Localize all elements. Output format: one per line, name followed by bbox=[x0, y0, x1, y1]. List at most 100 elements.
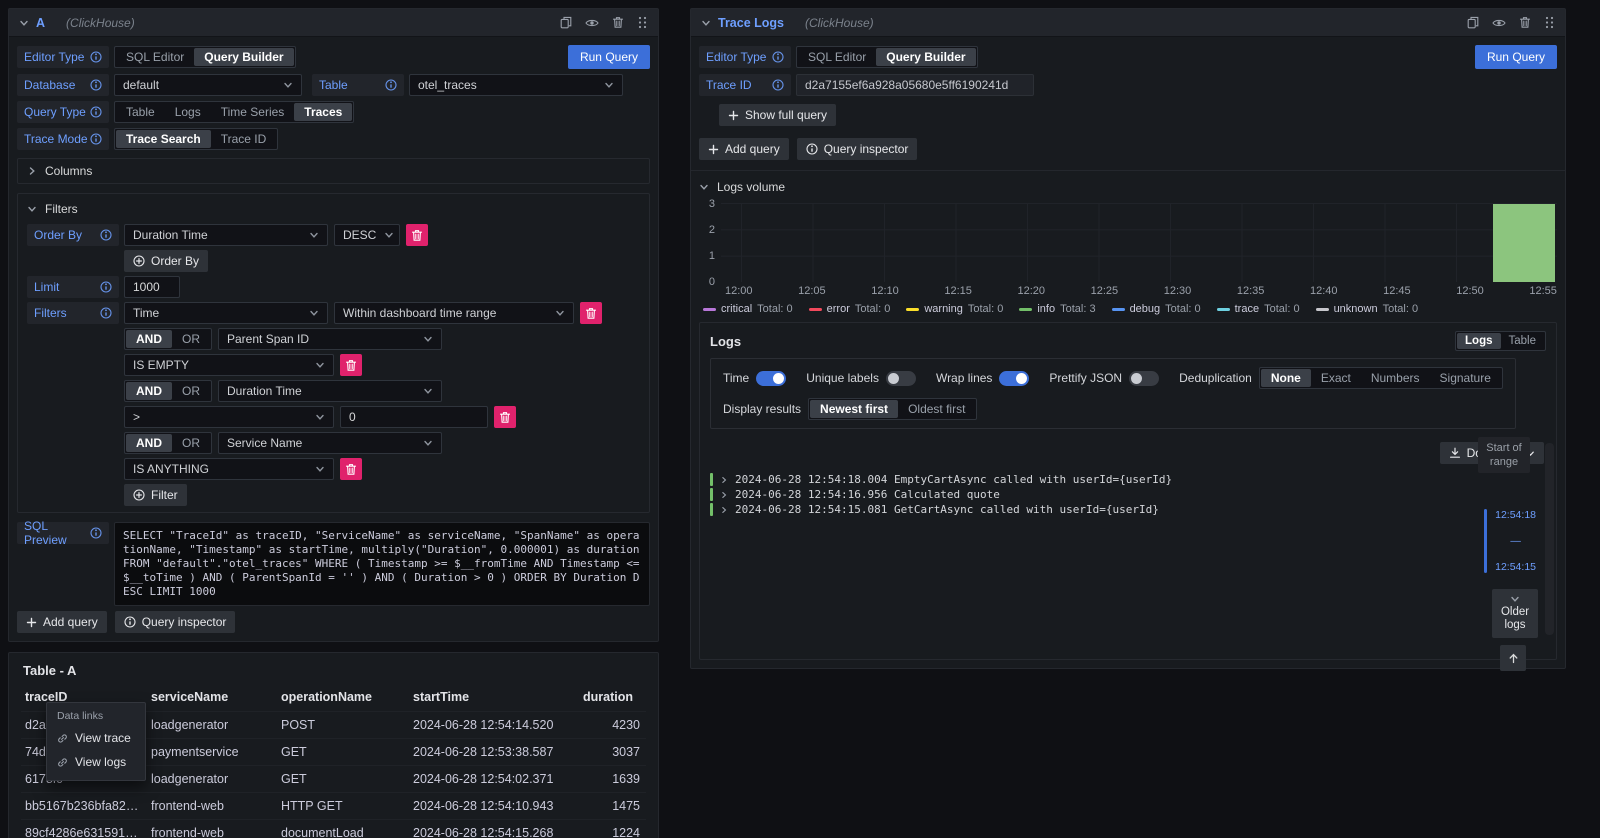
add-order-by-button[interactable]: Order By bbox=[124, 250, 208, 272]
order-by-direction-select[interactable]: DESC bbox=[334, 224, 400, 246]
copy-icon[interactable] bbox=[1467, 16, 1479, 29]
editor-type-query-builder[interactable]: Query Builder bbox=[194, 48, 293, 66]
expand-chevron-icon[interactable] bbox=[720, 491, 728, 499]
info-icon[interactable] bbox=[90, 79, 102, 91]
info-icon[interactable] bbox=[772, 79, 784, 91]
older-logs-button[interactable]: Older logs bbox=[1492, 589, 1538, 638]
wrap-lines-toggle[interactable] bbox=[999, 371, 1029, 386]
add-filter-button[interactable]: Filter bbox=[124, 484, 187, 506]
database-select[interactable]: default bbox=[114, 74, 302, 96]
trash-icon[interactable] bbox=[612, 16, 624, 29]
run-query-button[interactable]: Run Query bbox=[1475, 45, 1557, 69]
col-duration[interactable]: duration bbox=[579, 686, 646, 712]
show-full-query-button[interactable]: Show full query bbox=[719, 104, 836, 126]
trace-id-input[interactable] bbox=[796, 74, 1034, 96]
or-option[interactable]: OR bbox=[172, 434, 210, 452]
condition-3-operator-select[interactable]: IS ANYTHING bbox=[124, 458, 334, 480]
panel-collapse-chevron-icon[interactable] bbox=[701, 18, 711, 28]
expand-chevron-icon[interactable] bbox=[720, 506, 728, 514]
plot-area[interactable] bbox=[721, 203, 1557, 282]
view-table-option[interactable]: Table bbox=[1501, 333, 1545, 349]
log-row[interactable]: 2024-06-28 12:54:16.956 Calculated quote bbox=[710, 487, 1546, 502]
remove-condition-2-button[interactable] bbox=[494, 406, 516, 428]
condition-1-operator-select[interactable]: IS EMPTY bbox=[124, 354, 334, 376]
or-option[interactable]: OR bbox=[172, 330, 210, 348]
trace-mode-id[interactable]: Trace ID bbox=[211, 130, 277, 148]
time-range-indicator[interactable]: 12:54:18 — 12:54:15 bbox=[1484, 509, 1536, 573]
info-icon[interactable] bbox=[100, 307, 112, 319]
info-icon[interactable] bbox=[90, 51, 102, 63]
condition-1-field-select[interactable]: Parent Span ID bbox=[218, 328, 442, 350]
remove-condition-3-button[interactable] bbox=[340, 458, 362, 480]
log-row[interactable]: 2024-06-28 12:54:18.004 EmptyCartAsync c… bbox=[710, 472, 1546, 487]
limit-input[interactable] bbox=[124, 276, 180, 298]
editor-type-sql-editor[interactable]: SQL Editor bbox=[116, 48, 194, 66]
info-icon[interactable] bbox=[772, 51, 784, 63]
time-filter-operator-select[interactable]: Within dashboard time range bbox=[334, 302, 574, 324]
time-filter-field-select[interactable]: Time bbox=[124, 302, 328, 324]
trace-id-link[interactable]: bb5167b236bfa82d1... bbox=[21, 793, 147, 820]
run-query-button[interactable]: Run Query bbox=[568, 45, 650, 69]
col-operationname[interactable]: operationName bbox=[277, 686, 409, 712]
query-type-traces[interactable]: Traces bbox=[294, 103, 352, 121]
editor-type-sql-editor[interactable]: SQL Editor bbox=[798, 48, 876, 66]
logs-volume-header[interactable]: Logs volume bbox=[699, 180, 1557, 194]
info-icon[interactable] bbox=[385, 79, 397, 91]
trace-mode-search[interactable]: Trace Search bbox=[116, 130, 211, 148]
trash-icon[interactable] bbox=[1519, 16, 1531, 29]
remove-time-filter-button[interactable] bbox=[580, 302, 602, 324]
panel-collapse-chevron-icon[interactable] bbox=[19, 18, 29, 28]
newest-first-option[interactable]: Newest first bbox=[810, 400, 898, 418]
info-icon[interactable] bbox=[100, 281, 112, 293]
info-icon[interactable] bbox=[90, 527, 102, 539]
dedup-numbers[interactable]: Numbers bbox=[1361, 369, 1430, 387]
drag-handle-icon[interactable] bbox=[1544, 16, 1555, 29]
copy-icon[interactable] bbox=[560, 16, 572, 29]
condition-2-field-select[interactable]: Duration Time bbox=[218, 380, 442, 402]
add-query-button[interactable]: Add query bbox=[699, 138, 789, 160]
view-logs-menu-item[interactable]: View logs bbox=[47, 750, 145, 774]
query-type-time-series[interactable]: Time Series bbox=[211, 103, 295, 121]
query-type-table[interactable]: Table bbox=[116, 103, 165, 121]
time-toggle[interactable] bbox=[756, 371, 786, 386]
info-icon[interactable] bbox=[90, 106, 102, 118]
table-select[interactable]: otel_traces bbox=[409, 74, 623, 96]
info-icon[interactable] bbox=[100, 229, 112, 241]
columns-section-header[interactable]: Columns bbox=[18, 159, 649, 183]
info-icon[interactable] bbox=[90, 133, 102, 145]
oldest-first-option[interactable]: Oldest first bbox=[898, 400, 975, 418]
editor-type-query-builder[interactable]: Query Builder bbox=[876, 48, 975, 66]
view-trace-menu-item[interactable]: View trace bbox=[47, 726, 145, 750]
condition-2-operator-select[interactable]: > bbox=[124, 406, 334, 428]
query-type-logs[interactable]: Logs bbox=[165, 103, 211, 121]
and-option[interactable]: AND bbox=[126, 382, 172, 400]
logs-scrollbar[interactable] bbox=[1545, 443, 1554, 635]
drag-handle-icon[interactable] bbox=[637, 16, 648, 29]
remove-order-by-button[interactable] bbox=[406, 224, 428, 246]
condition-2-value-input[interactable] bbox=[340, 406, 488, 428]
dedup-exact[interactable]: Exact bbox=[1311, 369, 1361, 387]
eye-icon[interactable] bbox=[1492, 18, 1506, 28]
condition-3-field-select[interactable]: Service Name bbox=[218, 432, 442, 454]
log-row[interactable]: 2024-06-28 12:54:15.081 GetCartAsync cal… bbox=[710, 502, 1546, 517]
col-starttime[interactable]: startTime bbox=[409, 686, 579, 712]
eye-icon[interactable] bbox=[585, 18, 599, 28]
add-query-button[interactable]: Add query bbox=[17, 611, 107, 633]
dedup-signature[interactable]: Signature bbox=[1430, 369, 1501, 387]
view-logs-option[interactable]: Logs bbox=[1457, 333, 1500, 349]
or-option[interactable]: OR bbox=[172, 382, 210, 400]
panel-title[interactable]: A bbox=[36, 16, 45, 30]
query-inspector-button[interactable]: Query inspector bbox=[115, 611, 236, 633]
and-option[interactable]: AND bbox=[126, 330, 172, 348]
remove-condition-1-button[interactable] bbox=[340, 354, 362, 376]
col-servicename[interactable]: serviceName bbox=[147, 686, 277, 712]
filters-section-header[interactable]: Filters bbox=[27, 200, 640, 220]
order-by-field-select[interactable]: Duration Time bbox=[124, 224, 328, 246]
unique-labels-toggle[interactable] bbox=[886, 371, 916, 386]
expand-chevron-icon[interactable] bbox=[720, 476, 728, 484]
panel-title[interactable]: Trace Logs bbox=[718, 16, 784, 30]
query-inspector-button[interactable]: Query inspector bbox=[797, 138, 918, 160]
prettify-json-toggle[interactable] bbox=[1129, 371, 1159, 386]
dedup-none[interactable]: None bbox=[1261, 369, 1311, 387]
and-option[interactable]: AND bbox=[126, 434, 172, 452]
